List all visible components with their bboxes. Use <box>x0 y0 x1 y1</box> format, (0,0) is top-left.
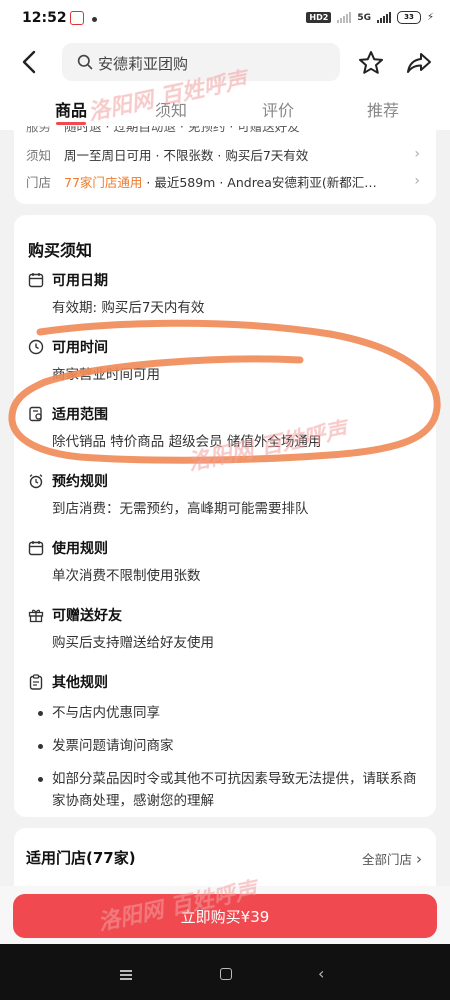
rule-section: 其他规则 不与店内优惠同享 发票问题请询问商家 如部分菜品因时令或其他不可抗因素… <box>28 672 428 823</box>
tab-reviews[interactable]: 评价 <box>243 97 313 121</box>
tab-notice[interactable]: 须知 <box>136 97 206 121</box>
favorite-button[interactable] <box>356 48 386 78</box>
rule-title: 可赠送好友 <box>52 608 122 624</box>
rule-title: 适用范围 <box>52 407 108 423</box>
signal-icon <box>376 12 391 23</box>
all-stores-link[interactable]: 全部门店 › <box>362 849 422 868</box>
rule-title: 使用规则 <box>52 541 108 557</box>
rule-title: 其他规则 <box>52 675 108 691</box>
rule-section: 预约规则 到店消费：无需预约，高峰期可能需要排队 <box>28 471 428 519</box>
top-header: 安德莉亚团购 商品 须知 评价 推荐 <box>0 40 450 130</box>
info-text: 随时退 · 过期自动退 · 免预约 · 可赠送好友 <box>64 126 300 134</box>
rule-section: 可用日期 有效期: 购买后7天内有效 <box>28 270 428 318</box>
status-time: 12:52 <box>22 10 67 26</box>
rule-section: 适用范围 除代销品 特价商品 超级会员 储值外全场通用 <box>28 404 428 452</box>
rule-bullet: 发票问题请询问商家 <box>38 735 428 757</box>
search-icon <box>77 54 93 70</box>
rule-section: 使用规则 单次消费不限制使用张数 <box>28 538 428 586</box>
rule-body: 购买后支持赠送给好友使用 <box>52 635 214 651</box>
info-row-stores[interactable]: 门店 77家门店通用 · 最近589m · Andrea安德莉亚(新都汇… › <box>26 172 426 194</box>
rule-section: 可赠送好友 购买后支持赠送给好友使用 <box>28 605 428 653</box>
tab-recommend[interactable]: 推荐 <box>348 97 418 121</box>
status-bar: 12:52 HD2 5G 33 ⚡ <box>0 0 450 40</box>
tab-goods[interactable]: 商品 <box>36 97 106 121</box>
chevron-right-icon: › <box>414 173 420 189</box>
rule-title: 预约规则 <box>52 474 108 490</box>
notification-dot-icon <box>92 17 97 22</box>
info-label: 门店 <box>26 175 52 190</box>
info-label: 须知 <box>26 148 52 163</box>
info-text: · 最近589m · Andrea安德莉亚(新都汇… <box>142 175 377 190</box>
back-icon[interactable]: ‹ <box>318 964 324 983</box>
calendar-icon <box>28 273 44 288</box>
all-stores-label: 全部门店 <box>362 852 413 867</box>
back-arrow-icon <box>22 50 36 74</box>
network-label: 5G <box>357 12 371 23</box>
stores-title: 适用门店(77家) <box>26 849 136 867</box>
chevron-right-icon: › <box>416 850 422 868</box>
clipboard-icon <box>29 674 43 690</box>
rule-title: 可用日期 <box>52 273 108 289</box>
info-row-service[interactable]: 服务 随时退 · 过期自动退 · 免预约 · 可赠送好友 <box>26 126 426 138</box>
search-box[interactable]: 安德莉亚团购 <box>62 43 340 81</box>
share-icon <box>407 53 431 73</box>
search-query: 安德莉亚团购 <box>98 55 189 73</box>
info-label: 服务 <box>26 126 52 134</box>
scope-icon <box>29 406 42 422</box>
rule-bullets: 不与店内优惠同享 发票问题请询问商家 如部分菜品因时令或其他不可抗因素导致无法提… <box>28 702 428 812</box>
alarm-icon <box>29 474 43 489</box>
share-button[interactable] <box>404 48 434 78</box>
menu-icon[interactable] <box>120 970 132 980</box>
battery-icon: 33 <box>396 11 421 24</box>
rule-body: 除代销品 特价商品 超级会员 储值外全场通用 <box>52 434 322 450</box>
hd-badge: HD2 <box>306 12 332 23</box>
clock-icon <box>28 339 44 355</box>
purchase-notice-card: 购买须知 可用日期 有效期: 购买后7天内有效 可用时间 商家营业时间可用 适用… <box>14 215 436 817</box>
rule-title: 可用时间 <box>52 340 108 356</box>
tab-bar: 商品 须知 评价 推荐 <box>0 92 450 130</box>
system-nav-bar: ‹ <box>0 944 450 1000</box>
bottom-buy-bar: 立即购买¥39 <box>0 886 450 944</box>
back-button[interactable] <box>16 48 44 76</box>
rule-body: 到店消费：无需预约，高峰期可能需要排队 <box>52 501 309 517</box>
gift-icon <box>28 609 44 623</box>
charging-icon: ⚡ <box>426 12 434 23</box>
rule-section: 可用时间 商家营业时间可用 <box>28 337 428 385</box>
star-icon <box>359 51 383 74</box>
signal-icon <box>337 12 352 23</box>
rule-body: 单次消费不限制使用张数 <box>52 568 201 584</box>
info-text: 周一至周日可用 · 不限张数 · 购买后7天有效 <box>64 148 309 163</box>
rule-body: 有效期: 购买后7天内有效 <box>52 300 205 316</box>
buy-now-button[interactable]: 立即购买¥39 <box>13 894 437 938</box>
rule-body: 商家营业时间可用 <box>52 367 160 383</box>
info-card: 服务 随时退 · 过期自动退 · 免预约 · 可赠送好友 须知 周一至周日可用 · … <box>14 126 436 204</box>
status-indicators: HD2 5G 33 ⚡ <box>306 11 434 24</box>
active-tab-indicator <box>56 122 86 125</box>
store-count-highlight: 77家门店通用 <box>64 175 143 190</box>
calendar-check-icon <box>28 541 44 556</box>
rule-bullet: 如部分菜品因时令或其他不可抗因素导致无法提供，请联系商家协商处理，感谢您的理解 <box>38 768 428 812</box>
chevron-right-icon: › <box>414 146 420 162</box>
home-icon[interactable] <box>220 968 232 980</box>
rule-bullet: 不与店内优惠同享 <box>38 702 428 724</box>
section-title: 购买须知 <box>28 241 93 260</box>
app-notification-icon <box>70 11 84 25</box>
info-row-notice[interactable]: 须知 周一至周日可用 · 不限张数 · 购买后7天有效 › <box>26 145 426 167</box>
